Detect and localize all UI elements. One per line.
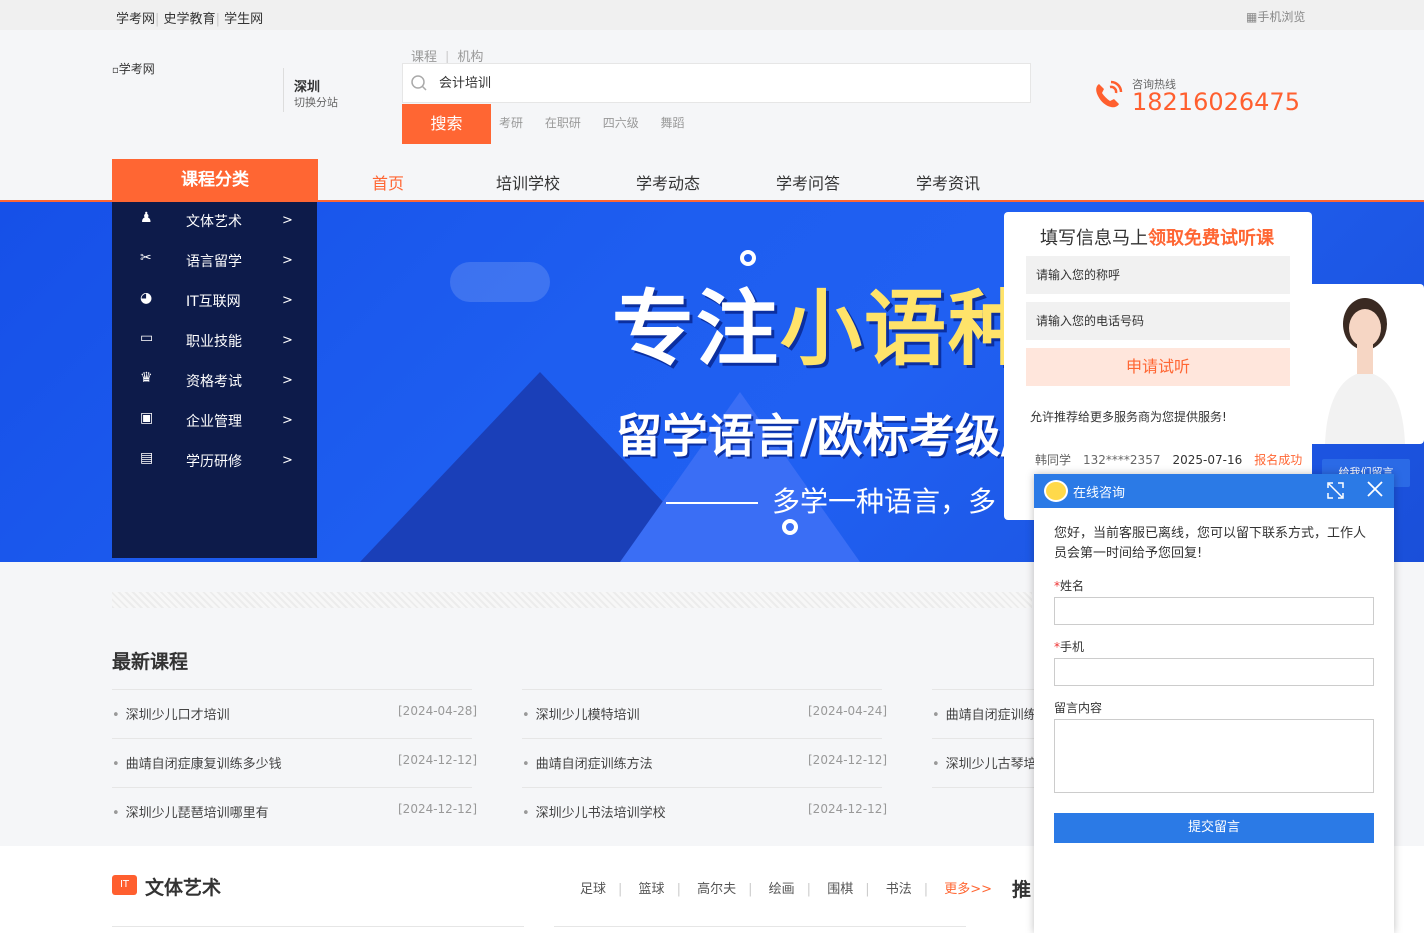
sidebar-item-language[interactable]: ✂ 语言留学 > — [112, 242, 317, 282]
course-link[interactable]: • 曲靖自闭症康复训练多少钱 — [112, 753, 282, 772]
chat-offline-notice: 您好，当前客服已离线，您可以留下联系方式，工作人员会第一时间给予您回复! — [1054, 526, 1367, 561]
monitor-icon: IT — [112, 875, 137, 895]
submit-message-button[interactable]: 提交留言 — [1054, 813, 1374, 843]
course-date: [2024-12-12] — [808, 753, 888, 767]
arts-link[interactable]: 围棋 — [827, 882, 853, 897]
course-date: [2024-12-12] — [808, 802, 888, 816]
monitor-icon: ▭ — [140, 330, 154, 346]
arts-link[interactable]: 篮球 — [639, 882, 665, 897]
hot-keywords: 考研 在职研 四六级 舞蹈 — [499, 114, 703, 131]
latest-courses-title: 最新课程 — [112, 651, 189, 673]
course-link[interactable]: • 深圳少儿口才培训 — [112, 704, 230, 723]
course-link[interactable]: • 深圳少儿模特培训 — [522, 704, 640, 723]
hot-keyword[interactable]: 四六级 — [603, 116, 639, 130]
course-link[interactable]: • 深圳少儿书法培训学校 — [522, 802, 666, 821]
recommend-title: 推 — [1012, 879, 1032, 901]
search-icon — [411, 75, 427, 91]
sidebar-item-exams[interactable]: ♛ 资格考试 > — [112, 362, 317, 402]
name-field[interactable]: 请输入您的称呼 — [1026, 256, 1290, 294]
top-links: 学考网| 史学教育| 学生网 — [116, 12, 264, 27]
arts-link[interactable]: 书法 — [886, 882, 912, 897]
stripe-divider — [112, 592, 1032, 608]
chat-phone-input[interactable] — [1054, 658, 1374, 686]
course-date: [2024-04-28] — [398, 704, 478, 718]
banner-subtitle: 留学语言/欧标考级/兴 — [616, 409, 1064, 463]
course-date: [2024-12-12] — [398, 802, 478, 816]
phone-icon — [1096, 80, 1123, 108]
phone-label: *手机 — [1054, 640, 1085, 654]
course-date: [2024-04-24] — [808, 704, 888, 718]
tools-icon: ✂ — [140, 250, 152, 266]
recommend-consent-text: 允许推荐给更多服务商为您提供服务! — [1030, 410, 1227, 424]
nav-news[interactable]: 学考动态 — [636, 170, 700, 194]
banner-title: 专注小语种 — [612, 282, 1033, 377]
top-link[interactable]: 学考网 — [116, 12, 155, 27]
message-label: 留言内容 — [1054, 701, 1103, 715]
nav-schools[interactable]: 培训学校 — [496, 170, 560, 194]
course-category-button[interactable]: 课程分类 — [112, 159, 318, 202]
course-link[interactable]: • 深圳少儿琵琶培训哪里有 — [112, 802, 269, 821]
sidebar-item-skills[interactable]: ▭ 职业技能 > — [112, 322, 317, 362]
nav-qa[interactable]: 学考问答 — [776, 170, 840, 194]
course-link[interactable]: • 曲靖自闭症训练方法 — [522, 753, 653, 772]
circle-decoration — [782, 519, 798, 535]
person-icon: ♟ — [140, 210, 153, 226]
chat-name-input[interactable] — [1054, 597, 1374, 625]
customer-service-avatar — [1305, 284, 1424, 444]
course-date: [2024-12-12] — [398, 753, 478, 767]
close-icon[interactable] — [1366, 480, 1384, 498]
course-link[interactable]: • 深圳少儿古琴培 — [932, 753, 1037, 772]
cloud-decoration — [450, 262, 550, 302]
qrcode-icon: ▦ — [1246, 10, 1258, 24]
category-sidebar: ♟ 文体艺术 > ✂ 语言留学 > ◕ IT互联网 > ▭ 职业技能 > ♛ 资格考试 > ▣ 企业管… — [112, 202, 317, 558]
sidebar-item-arts[interactable]: ♟ 文体艺术 > — [112, 202, 317, 242]
site-logo[interactable]: ▫学考网 — [112, 60, 155, 77]
nav-home[interactable]: 首页 — [372, 170, 404, 194]
hot-keyword[interactable]: 在职研 — [545, 116, 581, 130]
agent-portrait-icon — [1325, 298, 1405, 444]
apply-trial-button[interactable]: 申请试听 — [1026, 348, 1290, 386]
city-name: 深圳 — [294, 80, 321, 95]
chat-title: 在线咨询 — [1073, 486, 1126, 501]
mobile-view-link[interactable]: ▦手机浏览 — [1246, 8, 1305, 25]
name-label: *姓名 — [1054, 579, 1085, 593]
sidebar-item-it[interactable]: ◕ IT互联网 > — [112, 282, 317, 322]
search-input[interactable] — [439, 74, 999, 89]
top-link[interactable]: 史学教育 — [164, 12, 216, 27]
arts-link[interactable]: 高尔夫 — [697, 882, 736, 897]
certificate-icon: ♛ — [140, 370, 153, 386]
banner-tagline: 多学一种语言，多 — [666, 480, 996, 520]
arts-more-link[interactable]: 更多>> — [944, 882, 992, 897]
top-link[interactable]: 学生网 — [224, 12, 263, 27]
globe-icon: ◕ — [140, 290, 153, 306]
id-card-icon: ▣ — [140, 410, 154, 426]
city-switch-link[interactable]: 切换分站 — [294, 94, 338, 110]
maximize-icon[interactable] — [1327, 482, 1344, 499]
form-title: 填写信息马上领取免费试听课 — [1040, 228, 1274, 249]
diploma-icon: ▤ — [140, 450, 154, 466]
phone-field[interactable]: 请输入您的电话号码 — [1026, 302, 1290, 340]
hot-keyword[interactable]: 舞蹈 — [661, 116, 685, 130]
arts-link[interactable]: 绘画 — [769, 882, 795, 897]
hot-keyword[interactable]: 考研 — [499, 116, 523, 130]
search-button[interactable]: 搜索 — [402, 104, 491, 144]
hotline-number: 18216026475 — [1132, 88, 1300, 116]
arts-section-title: 文体艺术 — [145, 877, 222, 899]
sidebar-item-management[interactable]: ▣ 企业管理 > — [112, 402, 317, 442]
chat-smiley-icon — [1044, 480, 1068, 502]
sidebar-item-degree[interactable]: ▤ 学历研修 > — [112, 442, 317, 482]
broken-image-icon: ▫ — [112, 65, 119, 76]
arts-link[interactable]: 足球 — [580, 882, 606, 897]
chat-message-textarea[interactable] — [1054, 719, 1374, 793]
header-divider — [283, 68, 284, 112]
signup-ticker-row: 韩同学 132****2357 2025-07-16 报名成功 — [1035, 453, 1303, 467]
arts-links: 足球 | 篮球 | 高尔夫 | 绘画 | 围棋 | 书法 | 更多>> — [580, 882, 993, 897]
course-link[interactable]: • 曲靖自闭症训练 — [932, 704, 1037, 723]
nav-info[interactable]: 学考资讯 — [916, 170, 980, 194]
